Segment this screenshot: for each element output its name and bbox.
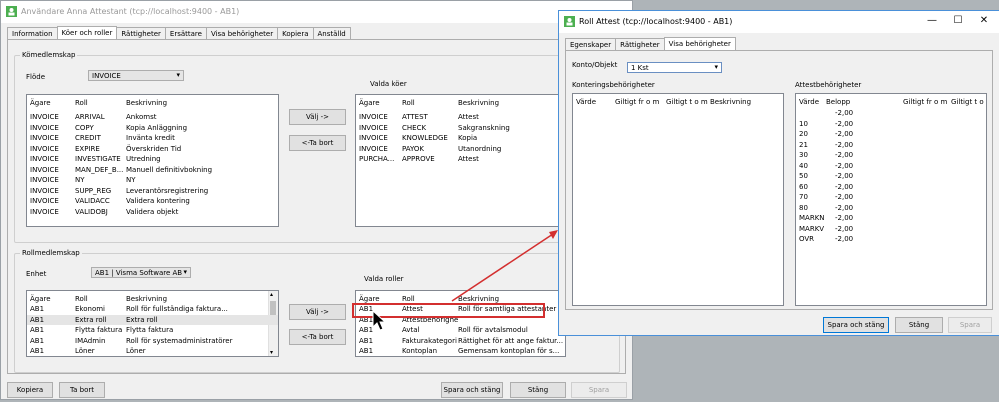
mouse-cursor-icon [372, 310, 387, 331]
annotation-arrow [451, 230, 558, 302]
